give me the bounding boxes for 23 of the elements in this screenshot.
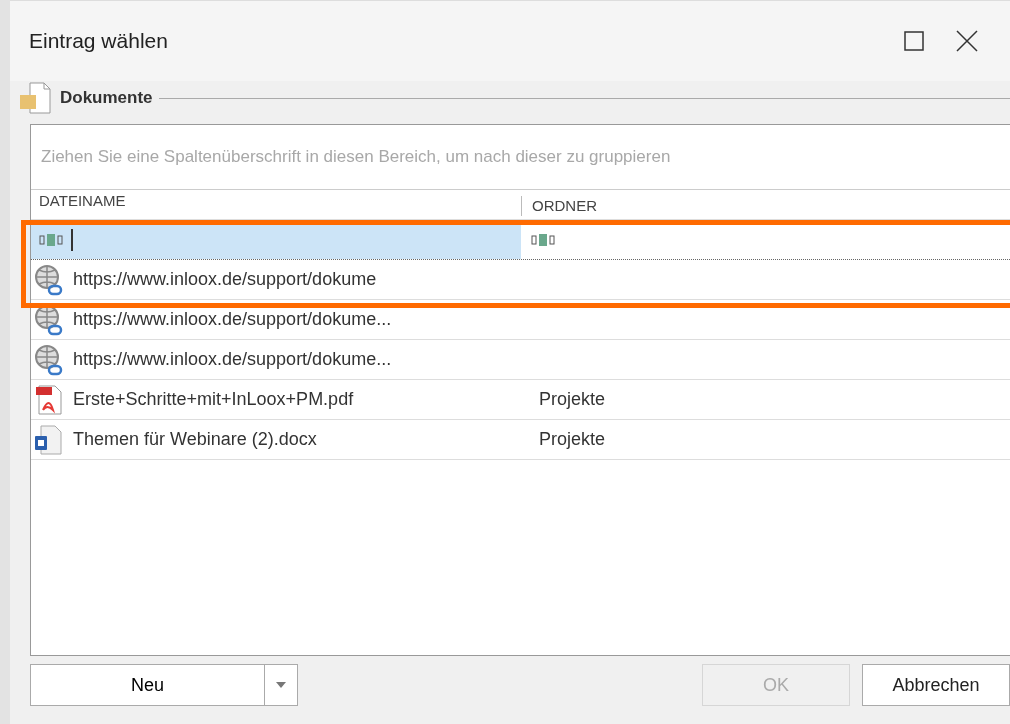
new-split-button[interactable]: Neu bbox=[30, 664, 298, 706]
column-header[interactable]: ORDNER bbox=[532, 197, 597, 214]
file-name: Themen für Webinare (2).docx bbox=[73, 429, 317, 450]
word-file-icon bbox=[33, 423, 65, 456]
cancel-button[interactable]: Abbrechen bbox=[862, 664, 1010, 706]
file-name: Erste+Schritte+mit+InLoox+PM.pdf bbox=[73, 389, 354, 410]
pdf-file-icon bbox=[33, 383, 65, 416]
file-name: https://www.inloox.de/support/dokume bbox=[73, 269, 377, 290]
close-icon[interactable] bbox=[956, 30, 978, 52]
group-panel-hint: Ziehen Sie eine Spaltenüberschrift in diesen Bereich, um nach dieser zu gruppieren bbox=[41, 147, 671, 167]
text-filter-icon bbox=[39, 233, 63, 247]
column-header[interactable]: DATEINAME bbox=[39, 192, 126, 209]
group-title: Dokumente bbox=[60, 88, 153, 108]
maximize-icon[interactable] bbox=[904, 31, 924, 51]
globe-link-icon bbox=[33, 263, 65, 296]
file-name: https://www.inloox.de/support/dokume... bbox=[73, 309, 392, 330]
window-title: Eintrag wählen bbox=[29, 29, 168, 53]
dropdown-arrow-icon[interactable] bbox=[276, 682, 286, 688]
file-name: https://www.inloox.de/support/dokume... bbox=[73, 349, 392, 370]
folder-name: Projekte bbox=[539, 389, 606, 410]
globe-link-icon bbox=[33, 343, 65, 376]
folder-name: Projekte bbox=[539, 429, 606, 450]
text-filter-icon bbox=[531, 233, 555, 247]
